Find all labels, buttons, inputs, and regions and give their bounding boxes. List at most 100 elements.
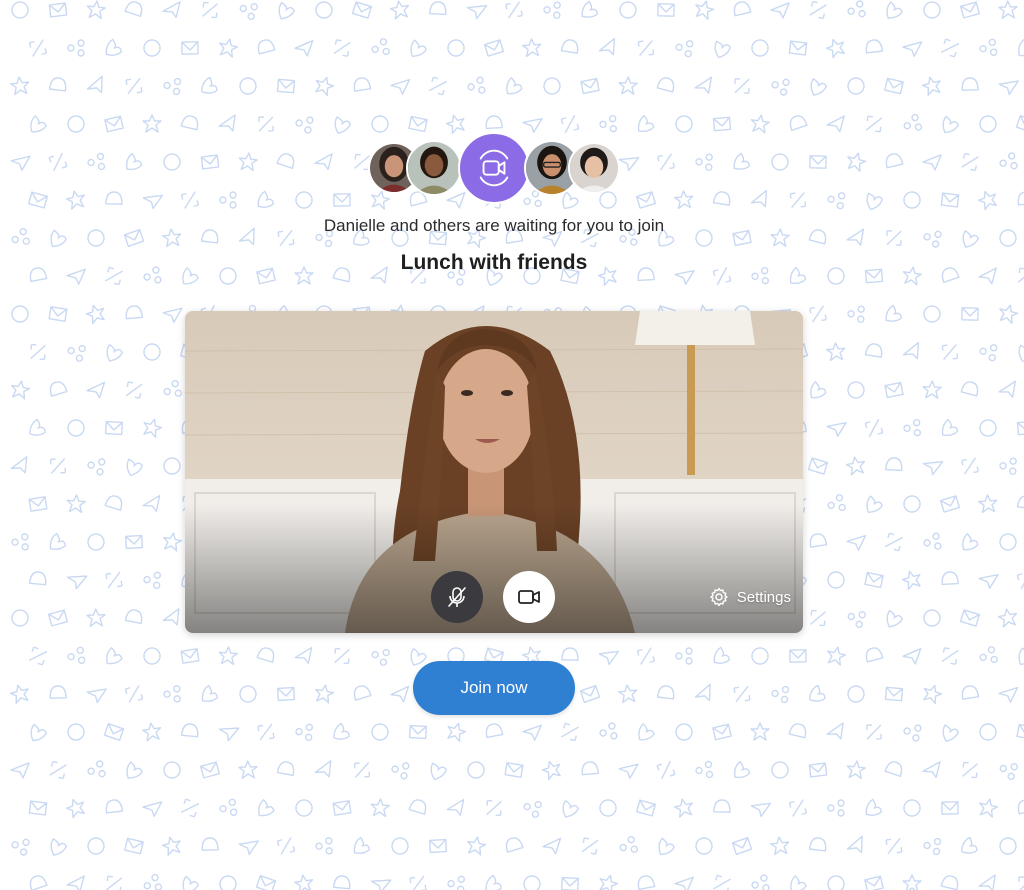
video-call-icon: [479, 149, 509, 187]
doodle-icon: [979, 723, 997, 741]
doodle-icon: [864, 571, 884, 589]
doodle-icon: [162, 608, 180, 626]
doodle-icon: [923, 684, 943, 705]
doodle-icon: [713, 874, 731, 890]
doodle-icon: [942, 724, 959, 742]
doodle-icon: [809, 0, 827, 20]
doodle-icon: [921, 76, 941, 96]
doodle-icon: [961, 307, 979, 321]
doodle-icon: [1018, 647, 1024, 666]
doodle-icon: [87, 458, 106, 476]
doodle-icon: [961, 152, 979, 172]
doodle-icon: [960, 1, 980, 19]
doodle-icon: [239, 3, 259, 21]
doodle-icon: [580, 77, 600, 95]
doodle-icon: [11, 609, 29, 627]
doodle-icon: [599, 114, 618, 133]
doodle-icon: [466, 836, 487, 856]
doodle-icon: [293, 874, 314, 890]
doodle-icon: [409, 875, 427, 890]
doodle-icon: [143, 418, 163, 439]
doodle-icon: [124, 685, 144, 703]
doodle-icon: [201, 684, 219, 702]
doodle-icon: [808, 837, 827, 852]
doodle-icon: [10, 76, 30, 96]
doodle-icon: [466, 5, 488, 20]
doodle-icon: [1017, 191, 1024, 206]
doodle-icon: [333, 39, 351, 57]
doodle-icon: [104, 420, 124, 436]
doodle-icon: [143, 343, 161, 361]
doodle-icon: [219, 875, 237, 890]
doodle-icon: [219, 191, 237, 209]
doodle-icon: [258, 799, 275, 817]
doodle-icon: [581, 837, 599, 855]
doodle-icon: [1018, 344, 1024, 363]
doodle-icon: [390, 685, 410, 703]
doodle-icon: [885, 153, 904, 169]
doodle-icon: [656, 760, 676, 780]
doodle-icon: [104, 115, 124, 133]
doodle-icon: [11, 533, 29, 551]
doodle-icon: [999, 304, 1019, 324]
doodle-icon: [87, 152, 106, 171]
doodle-icon: [219, 798, 238, 816]
doodle-icon: [847, 77, 865, 95]
doodle-icon: [353, 77, 372, 92]
doodle-icon: [884, 77, 904, 95]
doodle-icon: [276, 686, 296, 702]
doodle-icon: [485, 723, 504, 739]
mute-microphone-button[interactable]: [431, 571, 483, 623]
doodle-icon: [504, 762, 524, 778]
doodle-icon: [430, 762, 447, 781]
doodle-icon: [126, 152, 143, 171]
doodle-icon: [86, 688, 107, 704]
doodle-icon: [371, 38, 390, 56]
doodle-icon: [103, 723, 125, 741]
doodle-icon: [673, 798, 693, 818]
doodle-icon: [998, 0, 1018, 19]
doodle-icon: [86, 75, 103, 94]
doodle-icon: [940, 875, 959, 890]
doodle-icon: [1018, 39, 1024, 57]
doodle-icon: [999, 763, 1019, 781]
doodle-icon: [656, 685, 675, 700]
doodle-icon: [370, 879, 392, 890]
join-now-button[interactable]: Join now: [413, 661, 575, 715]
doodle-icon: [581, 761, 600, 776]
doodle-icon: [66, 875, 85, 890]
doodle-icon: [218, 646, 238, 666]
doodle-icon: [886, 1, 903, 19]
doodle-icon: [11, 1, 29, 19]
doodle-icon: [104, 495, 123, 511]
doodle-icon: [997, 608, 1018, 628]
doodle-icon: [658, 837, 675, 856]
settings-button[interactable]: Settings: [709, 587, 791, 607]
doodle-icon: [143, 39, 161, 57]
doodle-icon: [675, 647, 693, 665]
doodle-icon: [200, 761, 220, 779]
doodle-icon: [67, 723, 85, 741]
doodle-icon: [125, 77, 143, 95]
doodle-icon: [960, 381, 979, 397]
doodle-icon: [809, 684, 826, 702]
doodle-icon: [962, 533, 979, 551]
doodle-icon: [599, 722, 618, 740]
doodle-icon: [941, 343, 959, 361]
doodle-icon: [86, 0, 106, 20]
video-call-badge: [458, 132, 530, 204]
meeting-title: Lunch with friends: [400, 251, 588, 274]
doodle-icon: [219, 38, 239, 58]
doodle-icon: [902, 341, 920, 360]
doodle-icon: [505, 837, 524, 853]
doodle-icon: [865, 39, 884, 54]
doodle-icon: [218, 114, 236, 132]
doodle-icon: [789, 649, 807, 663]
doodle-icon: [48, 609, 68, 627]
doodle-icon: [87, 760, 106, 778]
doodle-icon: [750, 114, 771, 134]
camera-toggle-button[interactable]: [503, 571, 555, 623]
doodle-icon: [447, 39, 465, 57]
doodle-icon: [67, 646, 86, 664]
settings-label: Settings: [736, 588, 791, 606]
